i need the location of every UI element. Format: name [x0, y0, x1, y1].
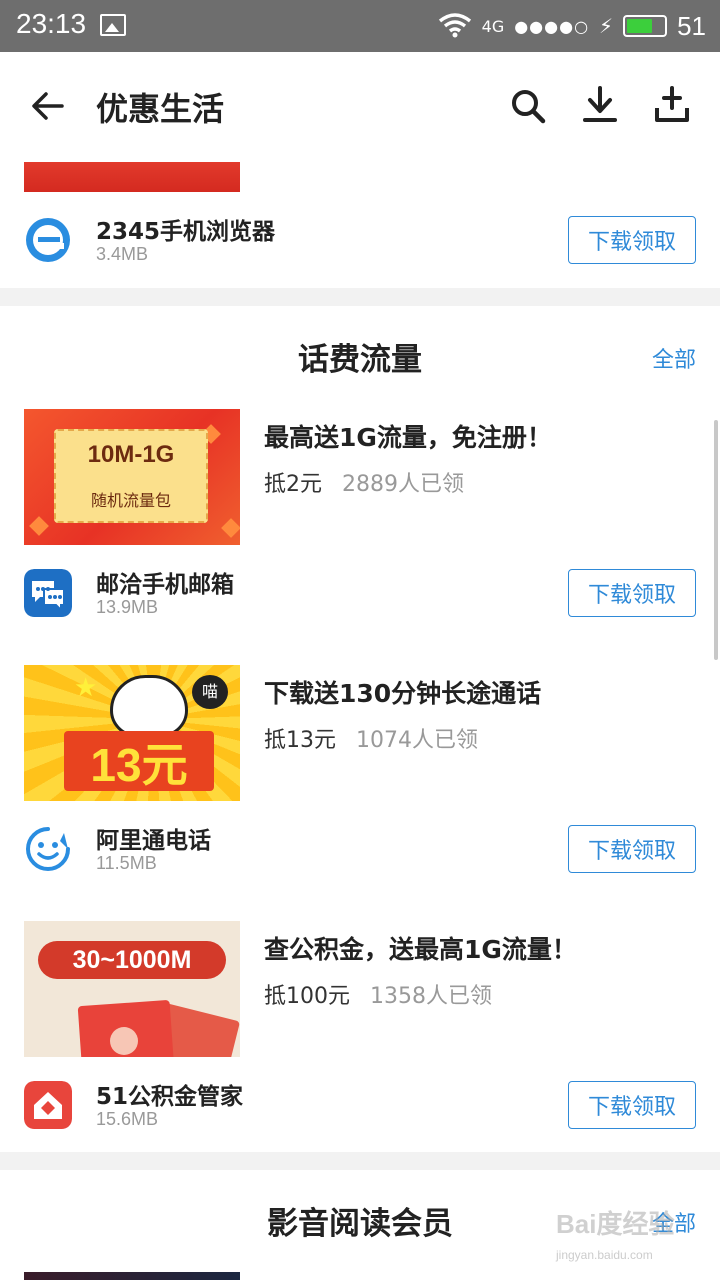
share-upload-icon[interactable] [652, 84, 692, 126]
app-bar: 优惠生活 [0, 52, 720, 160]
charging-icon: ⚡ [599, 14, 614, 38]
app-name: 51公积金管家 [96, 1084, 244, 1110]
claimed-count: 1074人已领 [356, 728, 478, 753]
section-title: 话费流量 [298, 342, 422, 378]
download-icon[interactable] [580, 84, 620, 126]
back-arrow-icon[interactable] [28, 86, 68, 126]
network-type: 4G [481, 16, 505, 36]
banner-text: 13元 [90, 739, 188, 791]
promo-banner-image[interactable]: ★ 喵 13元 [24, 665, 240, 801]
star-icon: ★ [74, 673, 98, 703]
promo-title[interactable]: 最高送1G流量，免注册！ [264, 418, 552, 454]
banner-subtext: 随机流量包 [90, 491, 171, 510]
app-row: 2345手机浏览器 3.4MB 下载领取 [0, 208, 720, 272]
signal-strength-icon: ●●●●○ [514, 16, 590, 36]
battery-level: 51 [677, 10, 706, 41]
status-time: 23:13 [16, 8, 87, 39]
promo-value: 抵100元 [264, 984, 350, 1009]
meow-bubble: 喵 [192, 675, 228, 709]
status-bar: 23:13 4G ●●●●○ ⚡ 51 [0, 0, 720, 52]
promo-banner-image[interactable]: 10M-1G 随机流量包 [24, 409, 240, 545]
app-row: 邮洽手机邮箱 13.9MB 下载领取 [0, 561, 720, 625]
promo-banner-image[interactable]: 30~1000M [24, 921, 240, 1057]
app-size: 13.9MB [96, 597, 159, 617]
app-size: 15.6MB [96, 1109, 159, 1129]
top-promo-card: 2345手机浏览器 3.4MB 下载领取 [0, 160, 720, 288]
page-title: 优惠生活 [96, 90, 225, 128]
banner-text: 10M-1G [87, 441, 175, 468]
promo-banner-image[interactable] [24, 162, 240, 192]
search-icon[interactable] [508, 86, 548, 126]
gongjijin-51-app-icon [24, 1081, 72, 1129]
promo-meta: 抵13元 1074人已领 [264, 722, 478, 754]
baidu-jingyan-watermark: Bai度经验 [556, 1209, 675, 1239]
promo-meta: 抵100元 1358人已领 [264, 978, 492, 1010]
app-size: 3.4MB [96, 244, 149, 264]
promo-value: 抵2元 [264, 472, 322, 497]
download-claim-button[interactable]: 下载领取 [568, 569, 696, 617]
status-right: 4G ●●●●○ ⚡ 51 [438, 8, 706, 44]
download-claim-button[interactable]: 下载领取 [568, 1081, 696, 1129]
traffic-section: 话费流量 全部 10M-1G 随机流量包 最高送1G流量，免注册！ 抵2元 288… [0, 306, 720, 1152]
promo-value: 抵13元 [264, 728, 336, 753]
promo-meta: 抵2元 2889人已领 [264, 466, 464, 498]
watermark-url: jingyan.baidu.com [556, 1248, 653, 1262]
image-notification-icon [100, 14, 126, 36]
download-claim-button[interactable]: 下载领取 [568, 825, 696, 873]
app-row: 51公积金管家 15.6MB 下载领取 [0, 1073, 720, 1137]
traffic-ticket: 10M-1G 随机流量包 [54, 429, 208, 523]
alitong-phone-app-icon [26, 827, 70, 871]
app-name: 阿里通电话 [96, 828, 211, 854]
wifi-icon [438, 13, 471, 38]
battery-icon [623, 15, 668, 37]
claimed-count: 2889人已领 [342, 472, 464, 497]
app-name: 邮洽手机邮箱 [96, 572, 234, 598]
promo-title[interactable]: 查公积金，送最高1G流量！ [264, 930, 577, 966]
promo-title[interactable]: 下载送130分钟长途通话 [264, 674, 541, 710]
banner-text: 30~1000M [38, 941, 226, 979]
scrollbar[interactable] [714, 420, 718, 660]
app-name: 2345手机浏览器 [96, 219, 276, 245]
browser-2345-app-icon [26, 218, 70, 262]
cat-illustration [110, 675, 188, 737]
mail-chat-app-icon [24, 569, 72, 617]
app-size: 11.5MB [96, 853, 157, 873]
download-claim-button[interactable]: 下载领取 [568, 216, 696, 264]
claimed-count: 1358人已领 [370, 984, 492, 1009]
section-all-link[interactable]: 全部 [652, 342, 696, 374]
promo-banner-image[interactable] [24, 1272, 240, 1280]
app-row: 阿里通电话 11.5MB 下载领取 [0, 817, 720, 881]
